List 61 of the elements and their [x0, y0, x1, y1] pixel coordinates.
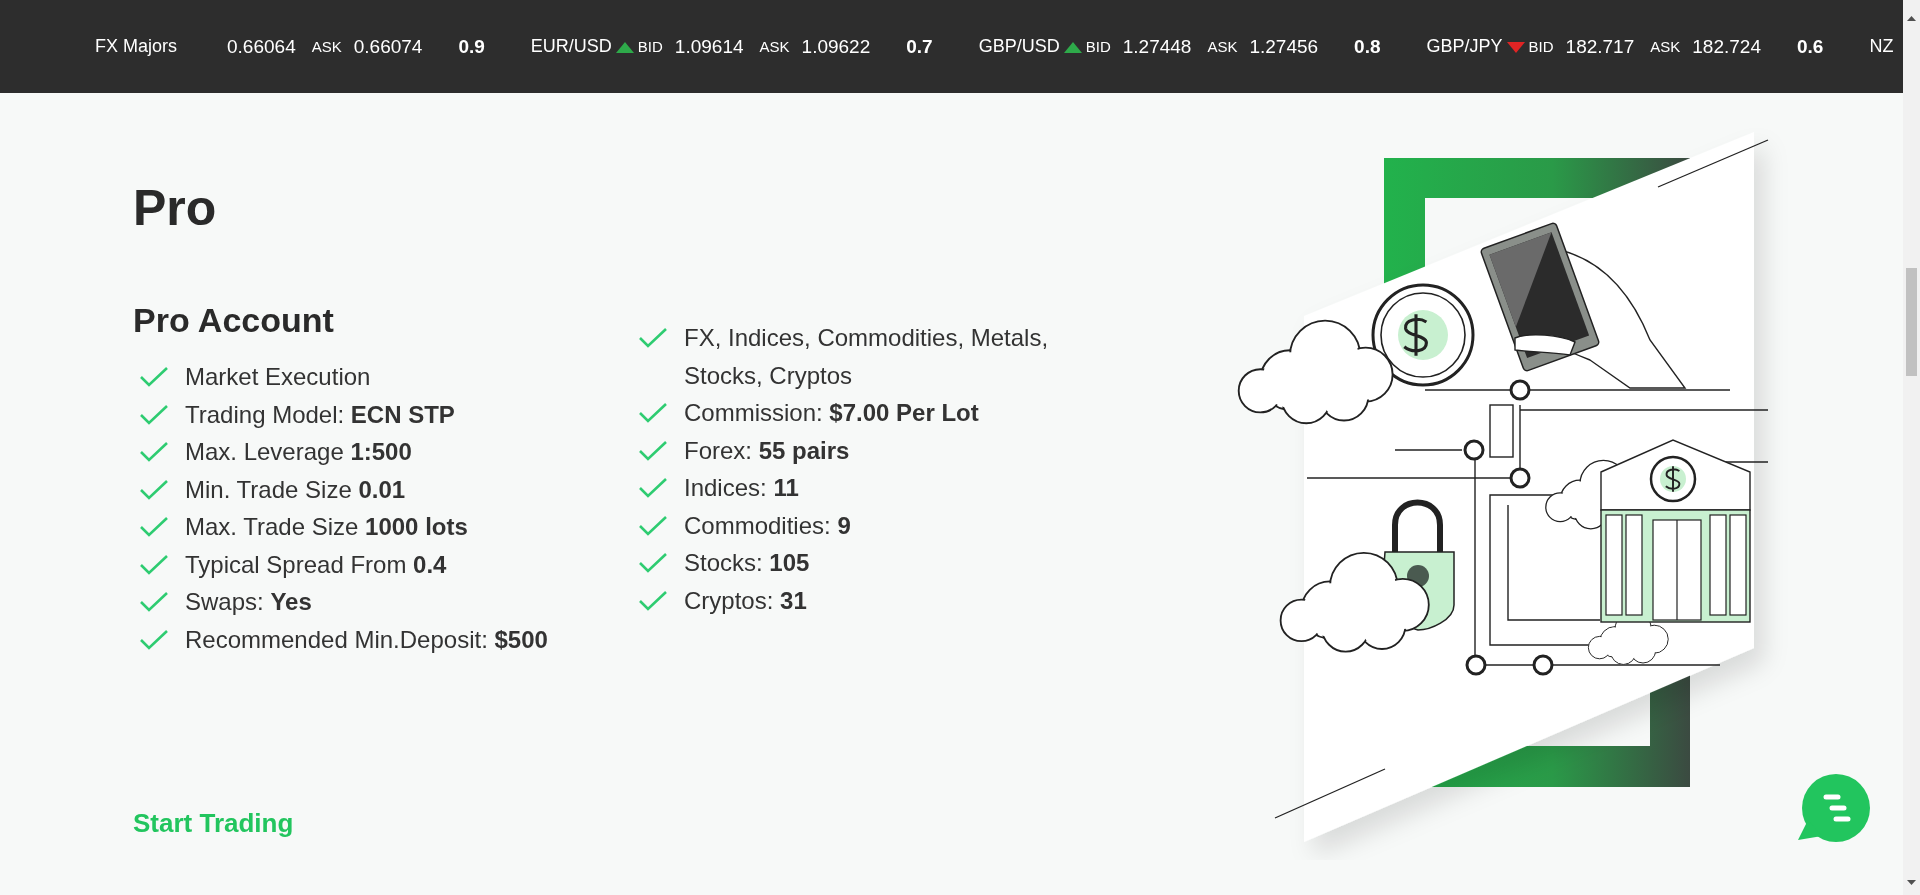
- start-trading-link[interactable]: Start Trading: [133, 808, 294, 839]
- feature-text: Recommended Min.Deposit: $500: [185, 624, 548, 655]
- account-heading: Pro Account: [133, 300, 334, 340]
- feature-text: Commodities: 9: [684, 510, 851, 541]
- spread-value: 0.7: [906, 35, 933, 58]
- spread-value: 0.6: [1796, 35, 1824, 58]
- check-icon: [638, 477, 668, 499]
- feature-text: Indices: 11: [684, 473, 799, 503]
- check-icon: [638, 514, 668, 537]
- check-icon: [139, 628, 169, 651]
- ask-price: 1.27456: [1249, 35, 1319, 58]
- currency-pair: GBP/JPY: [1426, 36, 1503, 57]
- plan-title: Pro: [133, 179, 217, 238]
- bid-price: 182.717: [1565, 35, 1635, 58]
- scroll-down-icon[interactable]: [1907, 880, 1916, 885]
- bid-label: BID: [637, 38, 663, 55]
- feature-text: Typical Spread From 0.4: [185, 549, 447, 580]
- check-icon: [139, 516, 169, 538]
- feature-text: Swaps: Yes: [185, 587, 312, 617]
- ask-price: 0.66074: [353, 35, 423, 58]
- check-icon: [638, 589, 668, 612]
- feature-text: Commission: $7.00 Per Lot: [684, 398, 979, 428]
- check-icon: [638, 439, 668, 462]
- check-icon: [139, 366, 169, 388]
- check-icon: [638, 327, 668, 349]
- check-icon: [139, 478, 169, 501]
- check-icon: [638, 552, 668, 574]
- spread-value: 0.9: [458, 35, 485, 58]
- ask-label: ASK: [1207, 38, 1238, 55]
- spread-value: 0.8: [1354, 35, 1381, 58]
- check-icon: [139, 441, 169, 463]
- feature-text: Market Execution: [185, 362, 371, 392]
- scrollbar-thumb[interactable]: [1906, 268, 1917, 376]
- currency-pair: EUR/USD: [530, 36, 612, 57]
- feature-text: Min. Trade Size 0.01: [185, 474, 406, 505]
- ask-price: 1.09622: [801, 35, 871, 58]
- bid-price: 1.27448: [1122, 35, 1192, 58]
- check-icon: [139, 591, 169, 613]
- feature-text: Trading Model: ECN STP: [185, 399, 455, 430]
- ask-label: ASK: [1650, 38, 1681, 55]
- ask-label: ASK: [759, 38, 790, 55]
- bid-price: 0.66064: [227, 35, 296, 58]
- check-icon: [139, 403, 169, 426]
- feature-text: FX, Indices, Commodities, Metals, Stocks, Cryptos: [684, 323, 1050, 391]
- bid-price: 1.09614: [674, 35, 744, 58]
- feature-text: Cryptos: 31: [684, 585, 807, 616]
- ask-label: ASK: [311, 38, 342, 55]
- feature-text: Stocks: 105: [684, 548, 810, 578]
- check-icon: [139, 553, 169, 576]
- bid-label: BID: [1528, 38, 1554, 55]
- scroll-up-icon[interactable]: [1907, 16, 1916, 21]
- feature-text: Forex: 55 pairs: [684, 435, 850, 466]
- feature-text: Max. Leverage 1:500: [185, 437, 412, 467]
- currency-pair: NZ: [1869, 36, 1894, 57]
- currency-pair: GBP/USD: [978, 36, 1060, 57]
- scrollbar[interactable]: [1903, 0, 1920, 895]
- feature-text: Max. Trade Size 1000 lots: [185, 512, 468, 542]
- check-icon: [638, 402, 668, 424]
- bid-label: BID: [1085, 38, 1111, 55]
- ask-price: 182.724: [1692, 35, 1761, 58]
- ticker-label: FX Majors: [95, 36, 177, 57]
